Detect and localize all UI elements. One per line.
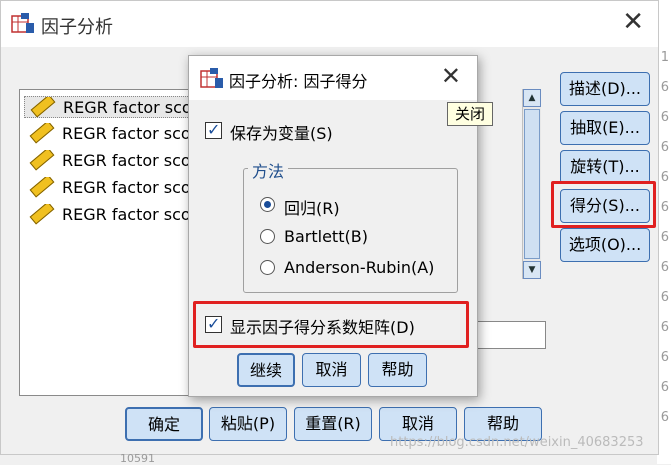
paste-button[interactable]: 粘贴(P) <box>209 407 287 441</box>
target-variable-field[interactable] <box>471 321 546 349</box>
highlight-scores-button <box>551 181 656 228</box>
main-close-icon[interactable]: ✕ <box>622 9 644 35</box>
bg-digit: 6 <box>660 410 669 425</box>
save-as-variables-label: 保存为变量(S) <box>230 124 333 143</box>
save-as-variables-checkbox[interactable] <box>205 120 222 139</box>
bg-digit: 6 <box>660 140 669 155</box>
show-coef-matrix-checkbox[interactable] <box>205 314 222 333</box>
main-titlebar[interactable]: 因子分析 ✕ <box>1 1 658 47</box>
scores-cancel-button[interactable]: 取消 <box>302 353 361 387</box>
bg-digit: 6 <box>660 320 669 335</box>
close-tooltip: 关闭 <box>447 102 493 126</box>
scroll-thumb[interactable] <box>524 109 540 259</box>
bg-digit: 6 <box>660 110 669 125</box>
show-coef-matrix-label: 显示因子得分系数矩阵(D) <box>230 318 415 337</box>
scale-variable-icon <box>29 150 55 171</box>
spss-dialog-icon <box>11 13 34 33</box>
scale-variable-icon <box>29 123 55 144</box>
bg-digit: 6 <box>660 170 669 185</box>
scale-variable-icon <box>29 204 55 225</box>
bg-digit: 6 <box>660 230 669 245</box>
scroll-up-arrow-icon[interactable]: ▲ <box>523 89 541 107</box>
spss-dialog-icon <box>200 68 223 88</box>
options-button[interactable]: 选项(O)... <box>560 228 650 262</box>
main-dialog-title: 因子分析 <box>41 17 113 38</box>
extract-button[interactable]: 抽取(E)... <box>560 111 650 145</box>
scores-titlebar[interactable]: 因子分析: 因子得分 ✕ <box>189 56 477 100</box>
method-bartlett-radio[interactable] <box>260 229 275 244</box>
ok-button[interactable]: 确定 <box>125 407 203 441</box>
scores-dialog-title: 因子分析: 因子得分 <box>229 72 368 91</box>
bg-digit: 1 <box>660 50 669 65</box>
bg-digit: 6 <box>660 200 669 215</box>
reset-button[interactable]: 重置(R) <box>294 407 372 441</box>
method-group-label: 方法 <box>248 158 289 182</box>
method-anderson-rubin-radio[interactable] <box>260 260 275 275</box>
scores-close-icon[interactable]: ✕ <box>441 64 461 88</box>
bg-digit: 6 <box>660 380 669 395</box>
bg-digit: 6 <box>660 80 669 95</box>
method-regression-radio[interactable] <box>260 197 275 212</box>
background-spreadsheet-column: 1 6 6 6 6 6 6 6 6 6 6 6 6 <box>657 0 671 464</box>
bg-digit: 6 <box>660 260 669 275</box>
bg-digit: 6 <box>660 350 669 365</box>
variables-scrollbar[interactable]: ▲ ▼ <box>522 89 541 279</box>
method-bartlett-label: Bartlett(B) <box>284 227 368 246</box>
watermark: https://blog.csdn.net/weixin_40683253 <box>390 435 644 450</box>
scores-help-button[interactable]: 帮助 <box>368 353 427 387</box>
describe-button[interactable]: 描述(D)... <box>560 72 650 106</box>
scale-variable-icon <box>29 177 55 198</box>
background-cell-value: 10591 <box>120 452 155 465</box>
scale-variable-icon <box>30 97 56 117</box>
rotate-button[interactable]: 旋转(T)... <box>560 150 650 184</box>
scroll-down-arrow-icon[interactable]: ▼ <box>523 261 541 279</box>
method-anderson-rubin-label: Anderson-Rubin(A) <box>284 258 435 277</box>
continue-button[interactable]: 继续 <box>237 353 295 387</box>
method-regression-label: 回归(R) <box>284 199 340 218</box>
bg-digit: 6 <box>660 290 669 305</box>
